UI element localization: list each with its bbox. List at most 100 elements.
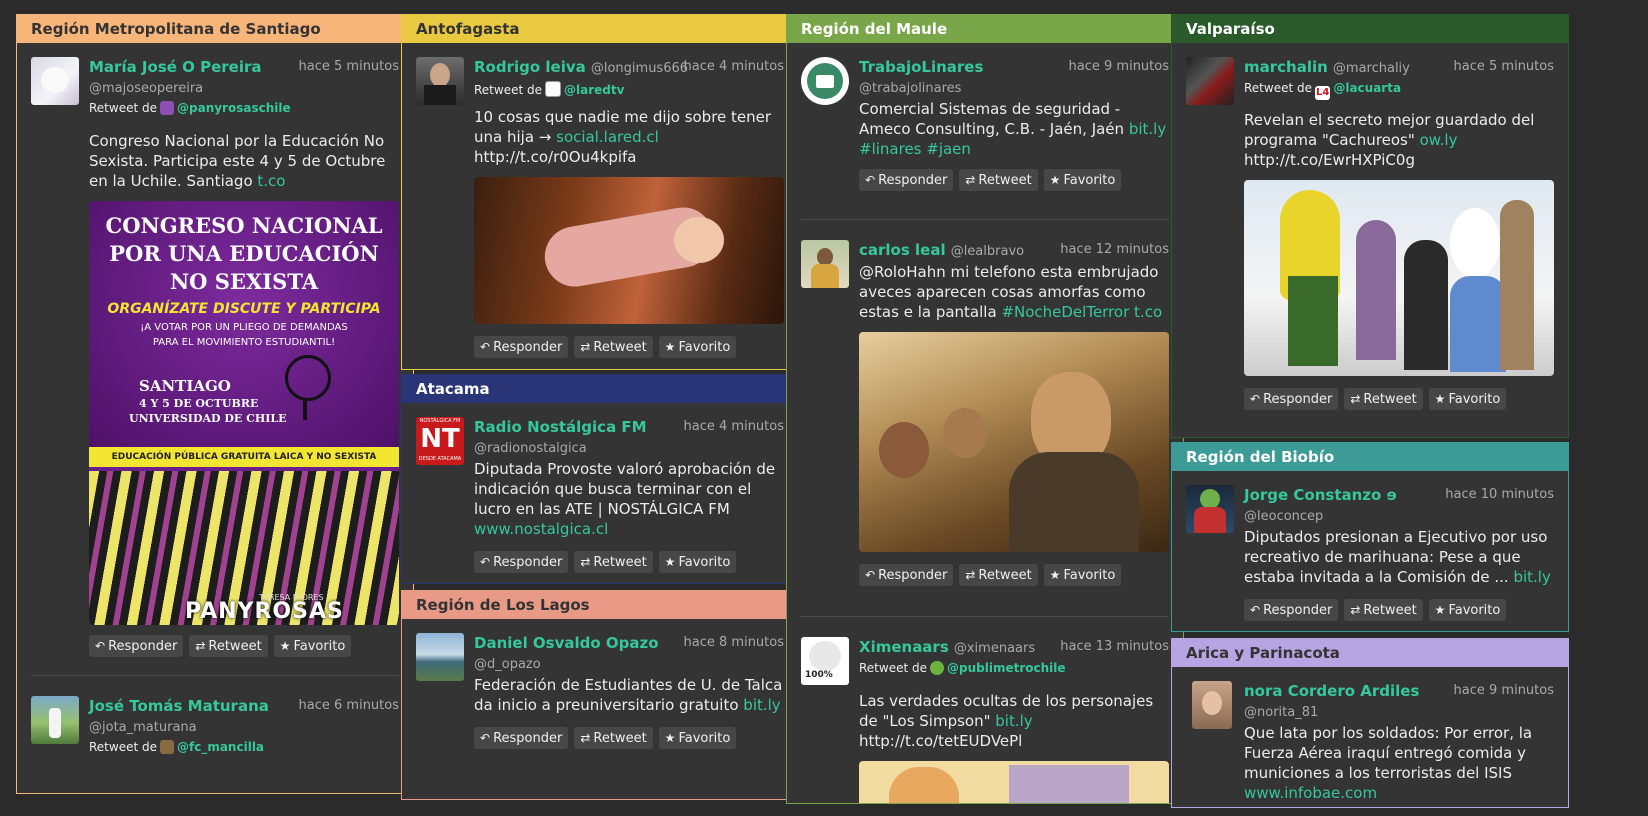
retweet-info: Retweet de @laredtv bbox=[474, 81, 784, 97]
retweet-user-link[interactable]: @laredtv bbox=[564, 83, 624, 97]
tweet-author-name[interactable]: Rodrigo leiva bbox=[474, 58, 586, 76]
tweet-image-poster[interactable]: CONGRESO NACIONAL POR UNA EDUCACIÓN NO S… bbox=[89, 201, 399, 625]
retweet-user-link[interactable]: @publimetrochile bbox=[947, 661, 1066, 675]
tweet-image-baby[interactable] bbox=[474, 177, 784, 324]
tweet-image-simpsons[interactable] bbox=[859, 761, 1169, 803]
tweet-time[interactable]: hace 6 minutos bbox=[299, 698, 399, 713]
tweet-time[interactable]: hace 9 minutos bbox=[1454, 683, 1554, 698]
poster-title-line-3: NO SEXISTA bbox=[169, 269, 319, 294]
tweet-image-photo[interactable] bbox=[859, 332, 1169, 552]
tweet-link[interactable]: bit.ly bbox=[743, 696, 780, 714]
tweet-author-handle[interactable]: @ximenaars bbox=[954, 641, 1035, 656]
tweet-author-handle[interactable]: @leoconcep bbox=[1244, 509, 1323, 524]
tweet-hashtags[interactable]: #linares #jaen bbox=[859, 140, 971, 158]
retweet-button[interactable]: ⇄ Retweet bbox=[1344, 388, 1423, 410]
tweet-time[interactable]: hace 8 minutos bbox=[684, 635, 784, 650]
avatar[interactable]: 100% bbox=[801, 637, 849, 685]
tweet-author-name[interactable]: Ximenaars bbox=[859, 638, 949, 656]
retweet-prefix: Retweet de bbox=[89, 740, 157, 754]
tweet-hashtags[interactable]: #NocheDelTerror bbox=[1001, 303, 1129, 321]
avatar[interactable] bbox=[31, 696, 79, 744]
tweet-time[interactable]: hace 13 minutos bbox=[1060, 639, 1169, 654]
tweet-time[interactable]: hace 5 minutos bbox=[1454, 59, 1554, 74]
reply-button[interactable]: ↶ Responder bbox=[474, 727, 569, 749]
tweet: NOSTÁLGICA FM NT DESDE ATACAMA hace 4 mi… bbox=[402, 403, 798, 573]
tweet-author-handle[interactable]: @longimus666 bbox=[591, 61, 688, 76]
tweet-author-handle[interactable]: @marchaliy bbox=[1333, 61, 1410, 76]
retweet-button[interactable]: ⇄ Retweet bbox=[574, 336, 653, 358]
retweet-user-link[interactable]: @fc_mancilla bbox=[177, 740, 264, 754]
avatar[interactable] bbox=[1186, 57, 1234, 105]
avatar[interactable] bbox=[416, 57, 464, 105]
retweet-button[interactable]: ⇄ Retweet bbox=[959, 169, 1038, 191]
retweet-user-link[interactable]: @panyrosaschile bbox=[177, 101, 291, 115]
avatar[interactable] bbox=[416, 633, 464, 681]
tweet-link[interactable]: t.co bbox=[1134, 303, 1162, 321]
panel-maule: Región del Maule hace 9 minutos TrabajoL… bbox=[786, 14, 1184, 804]
tweet-link[interactable]: t.co bbox=[257, 172, 285, 190]
tweet-author-handle[interactable]: @jota_maturana bbox=[89, 720, 197, 735]
retweet-button[interactable]: ⇄ Retweet bbox=[574, 727, 653, 749]
tweet-author-handle[interactable]: @d_opazo bbox=[474, 657, 541, 672]
retweet-button[interactable]: ⇄ Retweet bbox=[1344, 599, 1423, 621]
tweet-time[interactable]: hace 9 minutos bbox=[1069, 59, 1169, 74]
tweet-author-name[interactable]: José Tomás Maturana bbox=[89, 697, 269, 715]
reply-button[interactable]: ↶ Responder bbox=[89, 635, 184, 657]
tweet-author-handle[interactable]: @majoseopereira bbox=[89, 81, 203, 96]
reply-button[interactable]: ↶ Responder bbox=[1244, 599, 1339, 621]
tweet-author-name[interactable]: María José O Pereira bbox=[89, 58, 262, 76]
tweet-link[interactable]: www.infobae.com bbox=[1244, 784, 1377, 802]
tweet-author-name[interactable]: Jorge Constanzo ɘ bbox=[1244, 486, 1397, 504]
tweet: hace 4 minutos Rodrigo leiva @longimus66… bbox=[402, 43, 798, 358]
reply-button[interactable]: ↶ Responder bbox=[474, 336, 569, 358]
tweet-author-name[interactable]: Radio Nostálgica FM bbox=[474, 418, 647, 436]
favorite-button[interactable]: ★ Favorito bbox=[658, 727, 737, 749]
tweet-time[interactable]: hace 12 minutos bbox=[1060, 242, 1169, 257]
favorite-button[interactable]: ★ Favorito bbox=[658, 551, 737, 573]
retweet-button[interactable]: ⇄ Retweet bbox=[574, 551, 653, 573]
tweet-link[interactable]: bit.ly bbox=[995, 712, 1032, 730]
tweet-author-handle[interactable]: @radionostalgica bbox=[474, 441, 587, 456]
tweet: hace 12 minutos carlos leal @lealbravo @… bbox=[787, 220, 1183, 586]
favorite-button[interactable]: ★ Favorito bbox=[1428, 599, 1507, 621]
retweet-button[interactable]: ⇄ Retweet bbox=[959, 564, 1038, 586]
tweet-author-name[interactable]: Daniel Osvaldo Opazo bbox=[474, 634, 659, 652]
tweet-author-handle[interactable]: @norita_81 bbox=[1244, 705, 1318, 720]
avatar[interactable] bbox=[31, 57, 79, 105]
tweet-time[interactable]: hace 5 minutos bbox=[299, 59, 399, 74]
tweet-tail-url[interactable]: http://t.co/tetEUDVePl bbox=[859, 732, 1022, 750]
tweet-author-name[interactable]: nora Cordero Ardiles bbox=[1244, 682, 1419, 700]
reply-button[interactable]: ↶ Responder bbox=[859, 564, 954, 586]
tweet-author-name[interactable]: TrabajoLinares bbox=[859, 58, 983, 76]
reply-button[interactable]: ↶ Responder bbox=[1244, 388, 1339, 410]
tweet-link[interactable]: social.lared.cl bbox=[556, 128, 659, 146]
favorite-button[interactable]: ★ Favorito bbox=[273, 635, 352, 657]
tweet-time[interactable]: hace 10 minutos bbox=[1445, 487, 1554, 502]
tweet-author-handle[interactable]: @lealbravo bbox=[951, 244, 1024, 259]
tweet-tail-url[interactable]: http://t.co/EwrHXPiC0g bbox=[1244, 151, 1415, 169]
reply-button[interactable]: ↶ Responder bbox=[859, 169, 954, 191]
avatar[interactable]: NOSTÁLGICA FM NT DESDE ATACAMA bbox=[416, 417, 464, 465]
tweet-link[interactable]: bit.ly bbox=[1513, 568, 1550, 586]
tweet-time[interactable]: hace 4 minutos bbox=[684, 59, 784, 74]
avatar[interactable] bbox=[1192, 681, 1232, 729]
tweet-author-name[interactable]: carlos leal bbox=[859, 241, 946, 259]
favorite-button[interactable]: ★ Favorito bbox=[1043, 564, 1122, 586]
tweet-image-cachureos[interactable] bbox=[1244, 180, 1554, 376]
retweet-user-link[interactable]: @lacuarta bbox=[1333, 81, 1401, 95]
tweet-link[interactable]: bit.ly bbox=[1129, 120, 1166, 138]
avatar[interactable] bbox=[1186, 485, 1234, 533]
tweet-author-handle[interactable]: @trabajolinares bbox=[859, 81, 961, 96]
tweet-link[interactable]: ow.ly bbox=[1420, 131, 1458, 149]
favorite-button[interactable]: ★ Favorito bbox=[658, 336, 737, 358]
tweet-author-name[interactable]: marchalin bbox=[1244, 58, 1328, 76]
tweet-tail-url[interactable]: http://t.co/r0Ou4kpifa bbox=[474, 148, 637, 166]
reply-button[interactable]: ↶ Responder bbox=[474, 551, 569, 573]
avatar[interactable] bbox=[801, 57, 849, 105]
avatar[interactable] bbox=[801, 240, 849, 288]
retweet-button[interactable]: ⇄ Retweet bbox=[189, 635, 268, 657]
tweet-time[interactable]: hace 4 minutos bbox=[684, 419, 784, 434]
tweet-link[interactable]: www.nostalgica.cl bbox=[474, 520, 608, 538]
favorite-button[interactable]: ★ Favorito bbox=[1428, 388, 1507, 410]
favorite-button[interactable]: ★ Favorito bbox=[1043, 169, 1122, 191]
